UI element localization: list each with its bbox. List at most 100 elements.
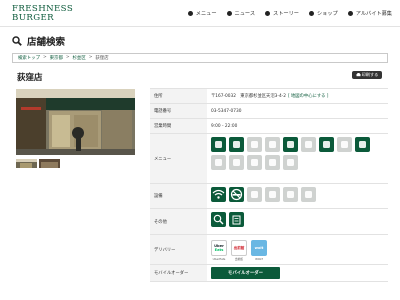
breadcrumb-separator: > bbox=[65, 55, 70, 60]
person-icon bbox=[347, 11, 353, 16]
breadcrumb-link[interactable]: 検索トップ bbox=[18, 55, 40, 61]
phone-row: 電話番号 03-5347-0730 bbox=[150, 104, 388, 119]
facilities-icons-cell bbox=[207, 184, 388, 208]
photo-thumbnail[interactable] bbox=[39, 156, 60, 168]
nav-label: ショップ bbox=[316, 11, 338, 17]
set-menu-icon bbox=[301, 137, 316, 152]
beer-icon bbox=[229, 155, 244, 170]
store-photo bbox=[16, 89, 135, 155]
nav-item-shop[interactable]: ショップ bbox=[308, 10, 338, 17]
other-icon-grid bbox=[211, 209, 379, 227]
page-title: 店舗検索 bbox=[27, 37, 66, 48]
delivery-label: デリバリー bbox=[150, 235, 207, 264]
meal-icon bbox=[247, 155, 262, 170]
address-label: 住所 bbox=[150, 89, 207, 103]
print-label: 印刷する bbox=[361, 72, 379, 77]
other-row: その他 bbox=[150, 209, 388, 235]
mobile-order-cell: モバイルオーダー bbox=[207, 265, 388, 281]
delivery-cell: Uber Eats UberEats 出前館 出前館 wolt WOLT bbox=[207, 235, 388, 264]
credit-card-icon bbox=[247, 187, 262, 202]
cup-icon bbox=[319, 137, 334, 152]
store-info-table: 住所 〒167-0032 東京都杉並区天沼3-4-2 [ 地図の中心にする ] … bbox=[150, 88, 388, 282]
address-text: 〒167-0032 東京都杉並区天沼3-4-2 bbox=[211, 94, 286, 99]
book-icon bbox=[265, 11, 271, 16]
other-icons-cell bbox=[207, 209, 388, 234]
hours-label: 営業時間 bbox=[150, 119, 207, 133]
nav-item-news[interactable]: ニュース bbox=[226, 10, 256, 17]
barcode-payment-icon bbox=[283, 187, 298, 202]
hours-value: 9:00 - 22:00 bbox=[211, 123, 238, 129]
ubereats-logo: Uber Eats bbox=[211, 240, 227, 256]
delivery-caption: UberEats bbox=[212, 257, 226, 261]
map-center-link[interactable]: [ 地図の中心にする ] bbox=[288, 93, 329, 99]
facilities-label: 設備 bbox=[150, 184, 207, 208]
cafe-icon bbox=[355, 137, 370, 152]
store-name: 荻窪店 bbox=[17, 73, 43, 83]
site-header: FRESHNESS BURGER メニュー ニュース ストーリー ショップ アル… bbox=[0, 0, 400, 27]
ubereats-logo-line2: Eats bbox=[214, 248, 224, 252]
nav-item-recruit[interactable]: アルバイト募集 bbox=[347, 10, 392, 17]
breadcrumb-link[interactable]: 東京都 bbox=[50, 55, 63, 61]
nav-label: アルバイト募集 bbox=[355, 11, 392, 17]
morning-set-icon bbox=[229, 137, 244, 152]
wine-icon bbox=[211, 155, 226, 170]
sandwich-icon bbox=[337, 137, 352, 152]
other-label: その他 bbox=[150, 209, 207, 234]
delivery-service-demaekan[interactable]: 出前館 出前館 bbox=[231, 240, 247, 261]
photo-thumbnail[interactable] bbox=[16, 156, 37, 168]
facilities-row: 設備 bbox=[150, 184, 388, 209]
menu-row: メニュー bbox=[150, 134, 388, 184]
coffee-icon bbox=[283, 137, 298, 152]
demaekan-logo: 出前館 bbox=[231, 240, 247, 256]
power-outlet-icon bbox=[301, 187, 316, 202]
breadcrumb-link[interactable]: 杉並区 bbox=[73, 55, 86, 61]
delivery-services: Uber Eats UberEats 出前館 出前館 wolt WOLT bbox=[211, 238, 267, 261]
news-icon bbox=[226, 11, 232, 16]
brand-logo[interactable]: FRESHNESS BURGER bbox=[12, 5, 73, 23]
breadcrumb-separator: > bbox=[88, 55, 93, 60]
breadcrumb-separator: > bbox=[42, 55, 47, 60]
search-icon bbox=[12, 36, 22, 46]
breadcrumb-current: 荻窪店 bbox=[95, 56, 109, 61]
takeout-icon bbox=[229, 212, 244, 227]
wolt-logo-text: wolt bbox=[254, 246, 264, 250]
nav-label: メニュー bbox=[195, 11, 217, 17]
menu-label: メニュー bbox=[150, 134, 207, 183]
drink-icon bbox=[247, 137, 262, 152]
facility-icon-grid bbox=[211, 184, 379, 202]
delivery-caption: 出前館 bbox=[234, 257, 244, 261]
delivery-row: デリバリー Uber Eats UberEats 出前館 出前館 wolt WO… bbox=[150, 235, 388, 265]
page-heading: 店舗検索 bbox=[12, 34, 65, 48]
menu-icon-grid bbox=[211, 134, 379, 170]
store-search-icon bbox=[211, 212, 226, 227]
wolt-logo: wolt bbox=[251, 240, 267, 256]
bowl-icon bbox=[265, 155, 280, 170]
breakfast-icon bbox=[211, 137, 226, 152]
delivery-service-wolt[interactable]: wolt WOLT bbox=[251, 240, 267, 261]
nav-label: ニュース bbox=[234, 11, 256, 17]
address-value: 〒167-0032 東京都杉並区天沼3-4-2 [ 地図の中心にする ] bbox=[207, 89, 388, 103]
nav-item-story[interactable]: ストーリー bbox=[265, 10, 299, 17]
delivery-caption: WOLT bbox=[255, 257, 263, 261]
location-pin-icon bbox=[308, 11, 314, 16]
demaekan-logo-text: 出前館 bbox=[233, 245, 245, 250]
no-smoking-icon bbox=[229, 187, 244, 202]
mobile-order-row: モバイルオーダー モバイルオーダー bbox=[150, 265, 388, 282]
photo-thumbnails bbox=[16, 156, 60, 168]
bottle-icon bbox=[265, 137, 280, 152]
electronic-money-icon bbox=[265, 187, 280, 202]
home-icon bbox=[187, 11, 193, 16]
wifi-icon bbox=[211, 187, 226, 202]
global-nav: メニュー ニュース ストーリー ショップ アルバイト募集 bbox=[187, 10, 392, 17]
phone-label: 電話番号 bbox=[150, 104, 207, 118]
breadcrumb: 検索トップ > 東京都 > 杉並区 > 荻窪店 bbox=[18, 55, 109, 61]
nav-item-menu[interactable]: メニュー bbox=[187, 10, 217, 17]
hours-row: 営業時間 9:00 - 22:00 bbox=[150, 119, 388, 134]
phone-value[interactable]: 03-5347-0730 bbox=[207, 104, 388, 118]
delivery-service-ubereats[interactable]: Uber Eats UberEats bbox=[211, 240, 227, 261]
dessert-icon bbox=[283, 155, 298, 170]
printer-icon bbox=[356, 73, 361, 77]
print-button[interactable]: 印刷する bbox=[352, 71, 382, 79]
logo-line-2: BURGER bbox=[12, 13, 55, 23]
mobile-order-button[interactable]: モバイルオーダー bbox=[211, 267, 280, 279]
